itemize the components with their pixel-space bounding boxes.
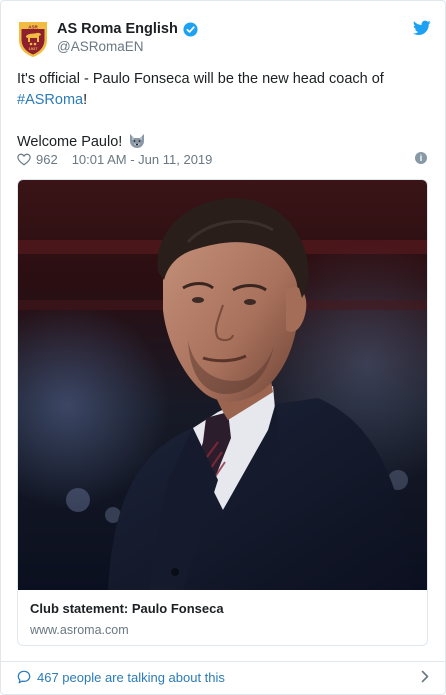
tweet-timestamp[interactable]: 10:01 AM - Jun 11, 2019 <box>72 152 213 167</box>
embedded-tweet: ASR 1927 AS Roma English @ASRomaEN It's … <box>0 0 446 695</box>
card-body[interactable]: Club statement: Paulo Fonseca www.asroma… <box>18 590 427 645</box>
tweet-text-welcome: Welcome Paulo! <box>17 134 127 150</box>
account-handle[interactable]: @ASRomaEN <box>57 39 198 54</box>
card-url[interactable]: www.asroma.com <box>30 623 417 637</box>
tweet-meta: 962 10:01 AM - Jun 11, 2019 i <box>17 150 429 168</box>
tweet-header: ASR 1927 AS Roma English @ASRomaEN <box>17 18 431 58</box>
tweet-text: It's official - Paulo Fonseca will be th… <box>17 69 427 153</box>
like-count[interactable]: 962 <box>36 152 58 167</box>
conversation-link[interactable]: 467 people are talking about this <box>37 670 225 685</box>
roma-crest-avatar[interactable]: ASR 1927 <box>17 20 49 58</box>
card-photo[interactable] <box>18 180 428 590</box>
twitter-bird-icon[interactable] <box>413 20 431 36</box>
hashtag-link[interactable]: #ASRoma <box>17 92 83 108</box>
svg-text:ASR: ASR <box>28 24 38 29</box>
tweet-text-part: It's official - Paulo Fonseca will be th… <box>17 71 384 87</box>
heart-icon[interactable] <box>17 153 31 166</box>
link-card[interactable]: Club statement: Paulo Fonseca www.asroma… <box>17 179 428 646</box>
chevron-right-icon[interactable] <box>421 670 429 683</box>
svg-text:1927: 1927 <box>29 46 39 51</box>
tweet-text-line-1: It's official - Paulo Fonseca will be th… <box>17 69 427 111</box>
footer-divider <box>1 661 445 662</box>
verified-badge-icon <box>183 21 198 37</box>
card-title[interactable]: Club statement: Paulo Fonseca <box>30 601 417 616</box>
wolf-emoji-icon <box>130 134 145 148</box>
account-name-block[interactable]: AS Roma English @ASRomaEN <box>57 21 198 54</box>
tweet-text-part: ! <box>83 92 88 108</box>
info-icon[interactable]: i <box>415 152 427 164</box>
display-name[interactable]: AS Roma English <box>57 21 178 37</box>
speech-bubble-icon <box>17 670 31 684</box>
conversation-footer[interactable]: 467 people are talking about this <box>17 667 429 687</box>
